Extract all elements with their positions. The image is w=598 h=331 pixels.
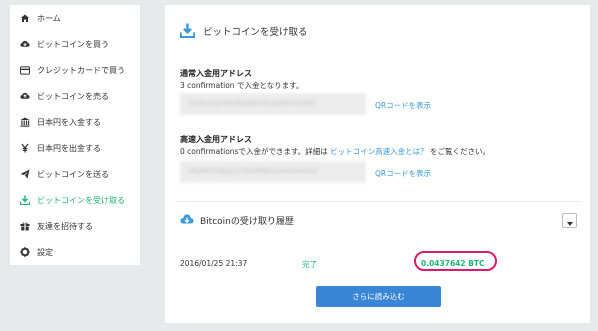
home-icon — [20, 13, 30, 23]
sidebar-item-label: 友達を招待する — [37, 221, 93, 231]
fast-deposit-info-link[interactable]: ビットコイン高速入金とは？ — [330, 147, 428, 156]
sidebar-item-invite-friends[interactable]: 友達を招待する — [10, 213, 140, 239]
fast-note-prefix: 0 confirmationsで入金ができます。詳細は — [180, 147, 331, 156]
sidebar-item-label: ホーム — [37, 13, 61, 23]
history-row: 2016/01/25 21:37 完了 0.0437642 BTC — [165, 259, 590, 269]
sidebar-item-label: クレジットカードで買う — [37, 65, 125, 75]
divider — [175, 201, 580, 202]
credit-card-icon — [20, 65, 30, 75]
cloud-download-icon — [180, 213, 194, 227]
receive-panel: ビットコインを受け取る 通常入金用アドレス 3 confirmation で入金… — [165, 5, 590, 323]
sidebar-item-home[interactable]: ホーム — [10, 5, 140, 31]
sidebar: ホーム ビットコインを買う クレジットカードで買う ビットコインを売る 日本円を… — [10, 5, 140, 265]
load-more-button[interactable]: さらに読み込む — [316, 286, 441, 307]
fast-address-title: 高速入金用アドレス — [180, 135, 252, 144]
gift-icon — [20, 221, 30, 231]
normal-address-field[interactable]: 1KxNnyPqzT8mWq4gbS3fLvJd2RrXcUaYeZ — [180, 93, 366, 115]
sidebar-item-credit-card[interactable]: クレジットカードで買う — [10, 57, 140, 83]
page-title-text: ビットコインを受け取る — [203, 26, 308, 38]
gear-icon — [20, 247, 30, 257]
sidebar-item-send-bitcoin[interactable]: ビットコインを送る — [10, 161, 140, 187]
normal-address-title: 通常入金用アドレス — [180, 69, 252, 78]
caret-down-icon — [566, 211, 573, 230]
fast-address-note: 0 confirmationsで入金ができます。詳細は ビットコイン高速入金とは… — [180, 146, 490, 157]
history-title: Bitcoinの受け取り履歴 — [180, 213, 294, 227]
sidebar-item-label: 日本円を出金する — [37, 143, 101, 153]
normal-address-note: 3 confirmation で入金となります。 — [180, 81, 304, 90]
fast-qr-link[interactable]: QRコードを表示 — [375, 168, 431, 179]
cloud-upload-icon — [20, 91, 30, 101]
sidebar-item-receive-bitcoin[interactable]: ビットコインを受け取る — [10, 187, 140, 213]
fast-address-field[interactable]: 3MpWh2YjNqkLs7dVaT9fRbUcXe4GzHoQn1 — [180, 161, 366, 183]
sidebar-item-label: 設定 — [37, 247, 53, 257]
sidebar-item-deposit-jpy[interactable]: 日本円を入金する — [10, 109, 140, 135]
sidebar-item-label: ビットコインを買う — [37, 39, 109, 49]
fast-note-suffix: をご覧ください。 — [427, 147, 490, 156]
amount-highlight-annotation — [414, 251, 497, 271]
download-icon — [20, 195, 30, 205]
history-title-text: Bitcoinの受け取り履歴 — [200, 216, 294, 227]
paper-plane-icon — [20, 169, 30, 179]
history-date: 2016/01/25 21:37 — [180, 259, 248, 268]
sidebar-item-label: ビットコインを送る — [37, 169, 109, 179]
sidebar-item-label: 日本円を入金する — [37, 117, 101, 127]
history-status: 完了 — [302, 260, 317, 269]
bank-icon — [20, 117, 30, 127]
yen-icon — [20, 143, 30, 153]
download-icon — [179, 23, 196, 38]
sidebar-item-buy-bitcoin[interactable]: ビットコインを買う — [10, 31, 140, 57]
sidebar-item-label: ビットコインを受け取る — [37, 195, 125, 205]
sidebar-item-withdraw-jpy[interactable]: 日本円を出金する — [10, 135, 140, 161]
page-title: ビットコインを受け取る — [179, 23, 308, 38]
sidebar-item-sell-bitcoin[interactable]: ビットコインを売る — [10, 83, 140, 109]
cloud-download-icon — [20, 39, 30, 49]
history-dropdown-button[interactable] — [562, 213, 577, 228]
sidebar-item-settings[interactable]: 設定 — [10, 239, 140, 265]
normal-qr-link[interactable]: QRコードを表示 — [375, 100, 431, 111]
sidebar-item-label: ビットコインを売る — [37, 91, 109, 101]
